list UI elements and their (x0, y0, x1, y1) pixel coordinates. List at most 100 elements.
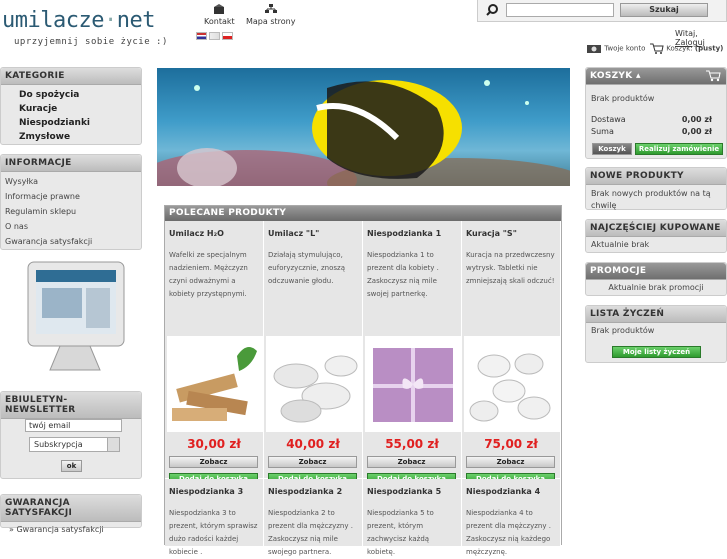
category-item[interactable]: Do spożycia (1, 88, 141, 102)
guarantee-title: GWARANCJA SATYSFAKCJI (1, 495, 141, 522)
product-name[interactable]: Umilacz "L" (268, 229, 319, 238)
search-button[interactable]: Szukaj (620, 3, 708, 17)
product-card: Niespodzianka 4 Niespodzianka 4 to preze… (462, 479, 561, 556)
product-name[interactable]: Niespodzianka 1 (367, 229, 441, 238)
search-icon (486, 4, 498, 16)
wishlist-box: LISTA ŻYCZEŃ Brak produktów Moje listy ż… (585, 305, 727, 363)
newsletter-select[interactable]: Subskrypcja (29, 437, 120, 452)
new-products-box: NOWE PRODUKTY Brak nowych produktów na t… (585, 167, 727, 210)
bestsellers-text: Aktualnie brak (591, 240, 650, 249)
product-name[interactable]: Niespodzianka 4 (466, 487, 540, 496)
cart-button[interactable]: Koszyk (592, 143, 632, 155)
checkout-button[interactable]: Realizuj zamówienie (635, 143, 723, 155)
product-image[interactable] (464, 336, 560, 432)
info-item[interactable]: Gwarancja satysfakcji (1, 234, 141, 249)
chevron-down-icon (107, 438, 119, 451)
language-flags (196, 32, 235, 42)
site-logo[interactable]: umilacze·net (2, 8, 155, 33)
guarantee-box: GWARANCJA SATYSFAKCJI » Gwarancja satysf… (0, 494, 142, 534)
category-item[interactable]: Niespodzianki (1, 116, 141, 130)
flag-en-icon[interactable] (196, 32, 207, 40)
product-name[interactable]: Niespodzianka 2 (268, 487, 342, 496)
product-description: Wafelki ze specjalnym nadzieniem. Mężczy… (169, 251, 248, 298)
view-button[interactable]: Zobacz (169, 456, 258, 468)
flag-de-icon[interactable] (209, 32, 220, 40)
categories-title: KATEGORIE (1, 68, 141, 85)
product-name[interactable]: Umilacz H₂O (169, 229, 224, 238)
product-price: 55,00 zł (385, 437, 439, 451)
flag-pl-icon[interactable] (222, 32, 233, 40)
cart-box: KOSZYK ▴ Brak produktów Dostawa 0,00 zł … (585, 67, 727, 159)
product-description: Niespodzianka 2 to prezent dla mężczyzny… (268, 509, 353, 556)
search-input[interactable] (506, 3, 614, 17)
account-icon (587, 45, 601, 53)
sitemap-icon (264, 4, 277, 13)
monitor-image (20, 258, 130, 376)
product-card: Kuracja "S" Kuracja na przedwczesny wytr… (462, 221, 561, 485)
view-button[interactable]: Zobacz (268, 456, 357, 468)
info-title: INFORMACJE (1, 155, 141, 172)
categories-box: KATEGORIE Do spożycia Kuracje Niespodzia… (0, 67, 142, 145)
product-description: Niespodzianka 3 to prezent, którym spraw… (169, 509, 258, 556)
product-price: 30,00 zł (187, 437, 241, 451)
product-name[interactable]: Niespodzianka 5 (367, 487, 441, 496)
promotions-title: PROMOCJE (586, 263, 726, 280)
product-card: Niespodzianka 1 Niespodzianka 1 to preze… (363, 221, 462, 485)
product-card: Niespodzianka 2 Niespodzianka 2 to preze… (264, 479, 363, 556)
cart-icon (650, 43, 664, 54)
chevron-right-icon: » (9, 525, 14, 534)
product-image[interactable] (266, 336, 362, 432)
product-price: 40,00 zł (286, 437, 340, 451)
cart-icon (706, 70, 721, 82)
featured-products-panel: POLECANE PRODUKTY Umilacz H₂O Wafelki ze… (164, 205, 562, 556)
product-card: Niespodzianka 3 Niespodzianka 3 to preze… (165, 479, 264, 556)
product-image[interactable] (365, 336, 461, 432)
bestsellers-box: NAJCZĘŚCIEJ KUPOWANE Aktualnie brak (585, 219, 727, 253)
search-bar: Szukaj (477, 0, 727, 22)
account-link[interactable]: Twoje konto (586, 43, 645, 54)
info-item[interactable]: Informacje prawne (1, 189, 141, 204)
promotions-text: Aktualnie brak promocji (608, 283, 704, 292)
newsletter-title: EBIULETYN-NEWSLETTER (1, 392, 141, 419)
featured-title: POLECANE PRODUKTY (165, 206, 561, 221)
hero-banner (157, 68, 570, 186)
product-description: Niespodzianka 1 to prezent dla kobiety .… (367, 251, 439, 298)
site-tagline: uprzyjemnij sobie życie :) (14, 37, 168, 47)
cart-title: KOSZYK ▴ (586, 68, 726, 85)
view-button[interactable]: Zobacz (466, 456, 555, 468)
wishlist-button[interactable]: Moje listy życzeń (612, 346, 701, 358)
delivery-label: Dostawa (591, 115, 626, 124)
info-item[interactable]: Regulamin sklepu (1, 204, 141, 219)
product-description: Niespodzianka 4 to prezent dla mężczyzny… (466, 509, 551, 556)
product-name[interactable]: Kuracja "S" (466, 229, 517, 238)
newsletter-email-input[interactable]: twój email (25, 419, 122, 432)
info-box: INFORMACJE Wysyłka Informacje prawne Reg… (0, 154, 142, 250)
product-name[interactable]: Niespodzianka 3 (169, 487, 243, 496)
new-products-text: Brak nowych produktów na tą chwilę (591, 189, 711, 210)
view-button[interactable]: Zobacz (367, 456, 456, 468)
category-item[interactable]: Zmysłowe (1, 130, 141, 144)
product-card: Umilacz H₂O Wafelki ze specjalnym nadzie… (165, 221, 264, 485)
product-description: Kuracja na przedwczesny wytrysk. Tabletk… (466, 251, 555, 285)
info-item[interactable]: Wysyłka (1, 174, 141, 189)
caret-up-icon[interactable]: ▴ (636, 71, 641, 81)
product-price: 75,00 zł (484, 437, 538, 451)
promotions-box: PROMOCJE Aktualnie brak promocji (585, 262, 727, 296)
product-card: Niespodzianka 5 Niespodzianka 5 to preze… (363, 479, 462, 556)
contact-icon (214, 4, 225, 14)
wishlist-text: Brak produktów (591, 326, 655, 335)
contact-link[interactable]: Kontakt (204, 4, 235, 26)
sitemap-link[interactable]: Mapa strony (246, 4, 295, 26)
new-products-title: NOWE PRODUKTY (586, 168, 726, 185)
product-image[interactable] (167, 336, 263, 432)
category-item[interactable]: Kuracje (1, 102, 141, 116)
bestsellers-title: NAJCZĘŚCIEJ KUPOWANE (586, 220, 726, 237)
cart-link[interactable]: Koszyk: (pusty) (650, 43, 723, 54)
product-description: Niespodzianka 5 to prezent, którym zachw… (367, 509, 434, 556)
newsletter-ok-button[interactable]: ok (61, 460, 82, 472)
product-description: Działają stymulująco, euforyzycznie, zno… (268, 251, 345, 285)
guarantee-item[interactable]: » Gwarancja satysfakcji (1, 522, 141, 537)
wishlist-title: LISTA ŻYCZEŃ (586, 306, 726, 323)
cart-empty-text: Brak produktów (591, 94, 655, 103)
info-item[interactable]: O nas (1, 219, 141, 234)
